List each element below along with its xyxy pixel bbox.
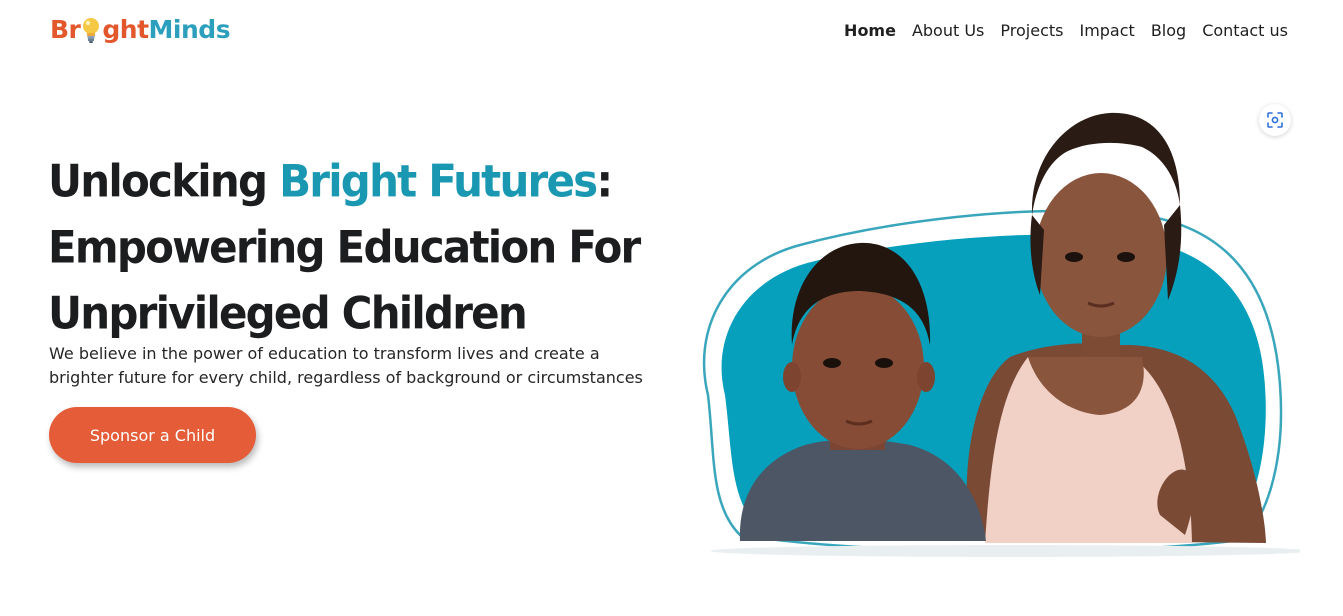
hero-title-line-1: Unlocking Bright Futures: xyxy=(48,148,639,214)
nav-projects[interactable]: Projects xyxy=(1000,21,1063,40)
hero-description: We believe in the power of education to … xyxy=(49,344,643,387)
nav-home[interactable]: Home xyxy=(844,21,896,40)
lightbulb-icon xyxy=(83,18,100,43)
hero-title: Unlocking Bright Futures: Empowering Edu… xyxy=(48,148,641,346)
hero-title-line-3: Unprivileged Children xyxy=(48,287,528,340)
hero-title-line-2: Empowering Education For xyxy=(48,221,641,273)
logo-minds-text: Minds xyxy=(148,15,231,44)
main-nav: Home About Us Projects Impact Blog Conta… xyxy=(844,21,1288,40)
sponsor-a-child-button[interactable]: Sponsor a Child xyxy=(49,407,256,463)
image-scan-button[interactable] xyxy=(1259,104,1291,136)
hero-image xyxy=(702,112,1300,557)
hero-title-lead: Unlocking xyxy=(48,155,280,207)
logo-text-ght: ght xyxy=(102,15,149,44)
brand-logo[interactable]: Br ght Minds xyxy=(50,14,231,44)
nav-contact-us[interactable]: Contact us xyxy=(1202,21,1288,40)
nav-impact[interactable]: Impact xyxy=(1079,21,1134,40)
nav-blog[interactable]: Blog xyxy=(1151,21,1186,40)
visual-search-icon xyxy=(1267,112,1283,128)
logo-text-br: Br xyxy=(50,15,81,44)
hero-title-accent: Bright Futures xyxy=(279,155,598,207)
image-shadow xyxy=(710,545,1300,557)
hero-title-colon: : xyxy=(596,155,613,207)
logo-bright-text: Br ght xyxy=(50,14,149,44)
nav-about-us[interactable]: About Us xyxy=(912,21,984,40)
